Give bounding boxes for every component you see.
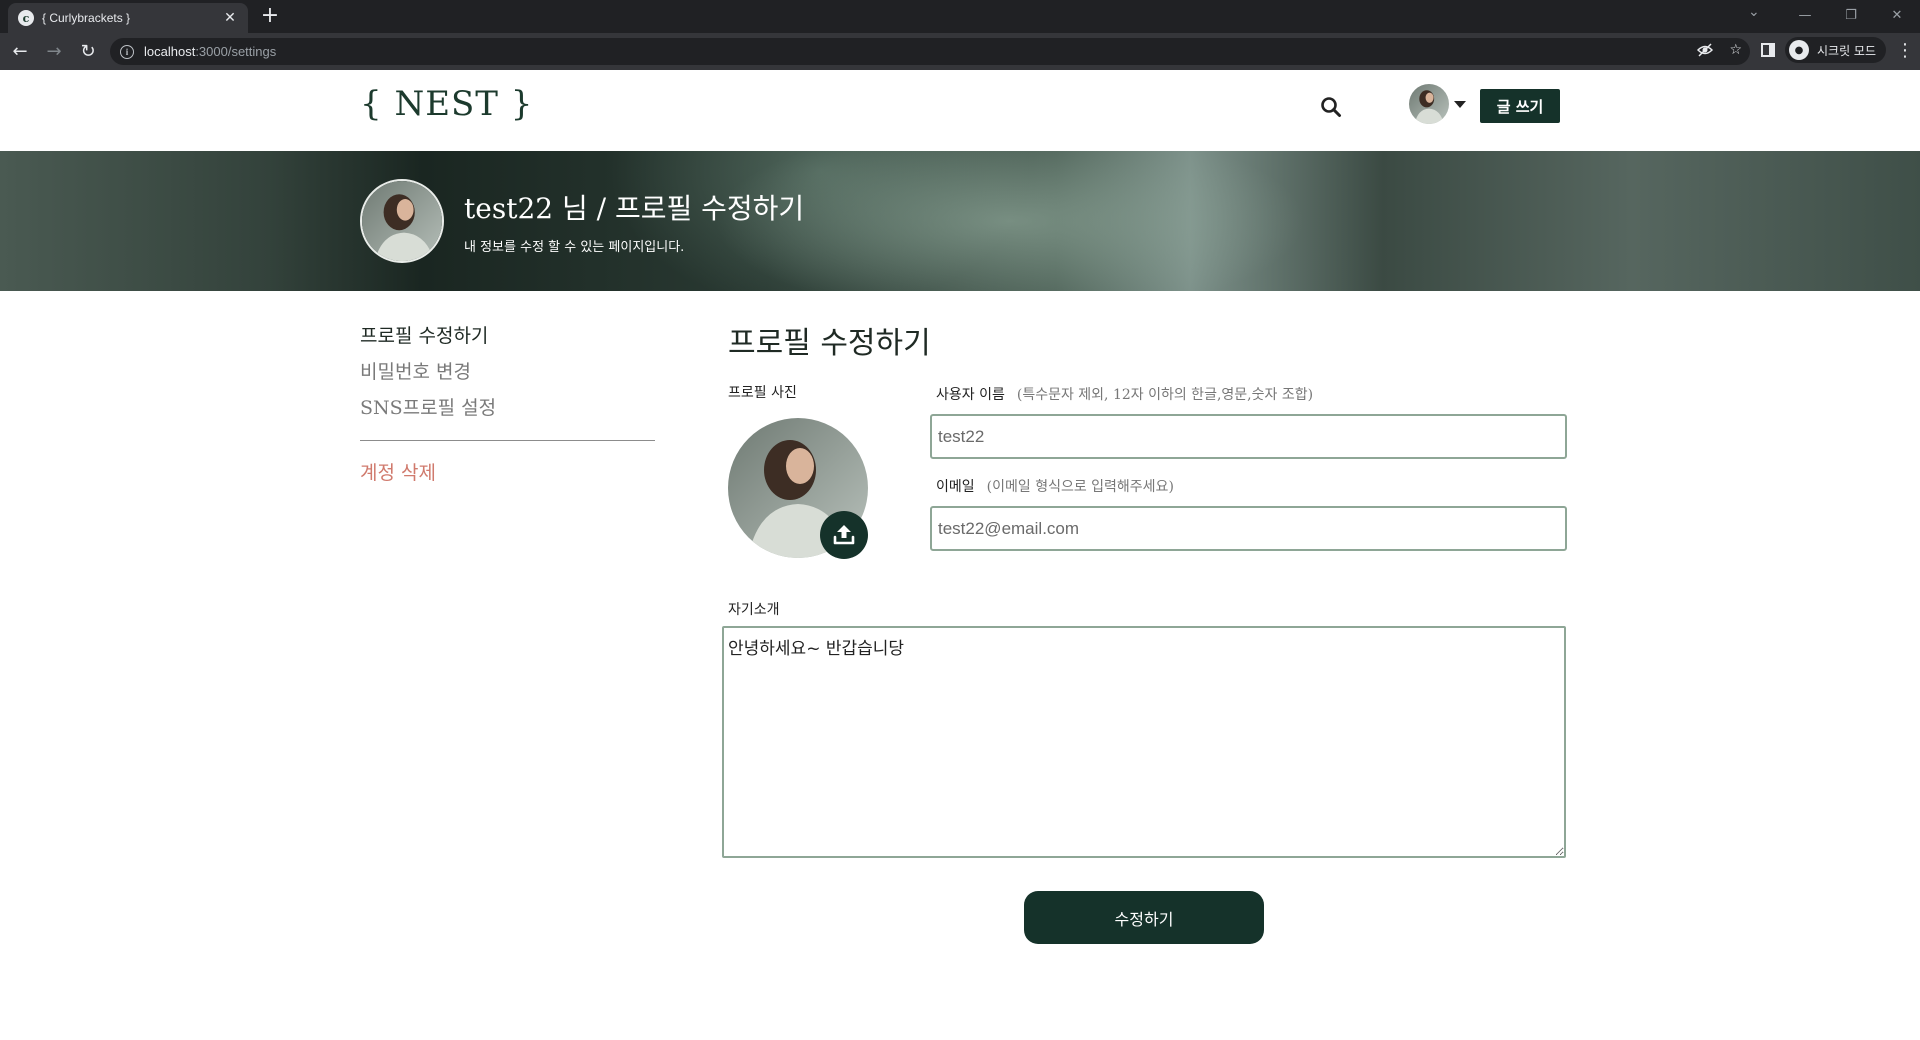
upload-icon	[833, 525, 855, 545]
banner-avatar	[360, 179, 444, 263]
delete-account-link[interactable]: 계정 삭제	[360, 459, 655, 495]
search-icon[interactable]	[1320, 96, 1342, 118]
email-label-row: 이메일 (이메일 형식으로 입력해주세요)	[936, 476, 1174, 496]
tab-title: { Curlybrackets }	[42, 11, 131, 25]
banner-title: test22 님 / 프로필 수정하기	[464, 192, 805, 225]
restore-icon[interactable]: ❐	[1828, 0, 1874, 30]
new-tab-button[interactable]: +	[258, 4, 282, 28]
username-label-row: 사용자 이름 (특수문자 제외, 12자 이하의 한글,영문,숫자 조합)	[936, 384, 1313, 404]
submit-button[interactable]: 수정하기	[1024, 891, 1264, 944]
close-tab-icon[interactable]: ✕	[222, 10, 238, 26]
avatar	[1409, 84, 1449, 124]
side-item-sns[interactable]: SNS프로필 설정	[360, 394, 655, 430]
write-post-button[interactable]: 글 쓰기	[1480, 89, 1560, 123]
incognito-label: 시크릿 모드	[1816, 43, 1876, 58]
bookmark-star-icon[interactable]: ☆	[1729, 42, 1742, 62]
upload-photo-button[interactable]	[820, 511, 868, 559]
forward-arrow-icon[interactable]: →	[40, 38, 68, 66]
site-logo[interactable]: { NEST }	[360, 84, 533, 124]
bio-textarea[interactable]: 안녕하세요~ 반갑습니당	[722, 626, 1566, 858]
email-hint: (이메일 형식으로 입력해주세요)	[986, 479, 1174, 495]
photo-label: 프로필 사진	[728, 385, 797, 401]
bio-label: 자기소개	[728, 602, 780, 618]
chevron-down-icon	[1454, 100, 1466, 108]
site-info-icon[interactable]: i	[120, 44, 134, 59]
banner-subtitle: 내 정보를 수정 할 수 있는 페이지입니다.	[464, 240, 685, 255]
browser-tab[interactable]: c { Curlybrackets } ✕	[8, 3, 248, 33]
incognito-badge[interactable]: ● 시크릿 모드	[1784, 37, 1886, 63]
email-input[interactable]	[930, 506, 1567, 551]
side-panel-icon[interactable]	[1760, 43, 1775, 57]
url-host: localhost	[144, 44, 196, 59]
page-title: 프로필 수정하기	[728, 326, 931, 361]
reload-icon[interactable]: ↻	[74, 38, 102, 66]
user-menu[interactable]	[1409, 84, 1466, 124]
side-divider	[360, 440, 655, 441]
username-label: 사용자 이름	[936, 387, 1005, 403]
minimize-icon[interactable]: —	[1782, 0, 1828, 30]
side-item-profile[interactable]: 프로필 수정하기	[360, 322, 655, 358]
close-window-icon[interactable]: ✕	[1874, 0, 1920, 30]
profile-banner: test22 님 / 프로필 수정하기 내 정보를 수정 할 수 있는 페이지입…	[0, 151, 1920, 291]
site-header: { NEST } 글 쓰기	[0, 70, 1920, 151]
browser-tabstrip: c { Curlybrackets } ✕ + ⌄ — ❐ ✕	[0, 0, 1920, 33]
favicon-icon: c	[18, 10, 34, 26]
address-bar[interactable]: i localhost:3000/settings ☆	[110, 38, 1750, 65]
settings-side-menu: 프로필 수정하기 비밀번호 변경 SNS프로필 설정 계정 삭제	[360, 322, 655, 495]
window-controls: — ❐ ✕	[1782, 0, 1920, 30]
eye-off-icon[interactable]	[1697, 42, 1714, 62]
username-hint: (특수문자 제외, 12자 이하의 한글,영문,숫자 조합)	[1016, 387, 1314, 403]
menu-kebab-icon[interactable]: ⋮	[1896, 40, 1914, 61]
side-item-password[interactable]: 비밀번호 변경	[360, 358, 655, 394]
tab-search-icon[interactable]: ⌄	[1748, 4, 1760, 20]
url-path: :3000/settings	[195, 44, 277, 59]
incognito-icon: ●	[1788, 40, 1809, 60]
username-input[interactable]	[930, 414, 1567, 459]
back-arrow-icon[interactable]: ←	[6, 38, 34, 66]
browser-toolbar: ← → ↻ i localhost:3000/settings ☆ ● 시크릿 …	[0, 33, 1920, 70]
email-label: 이메일	[936, 479, 975, 495]
